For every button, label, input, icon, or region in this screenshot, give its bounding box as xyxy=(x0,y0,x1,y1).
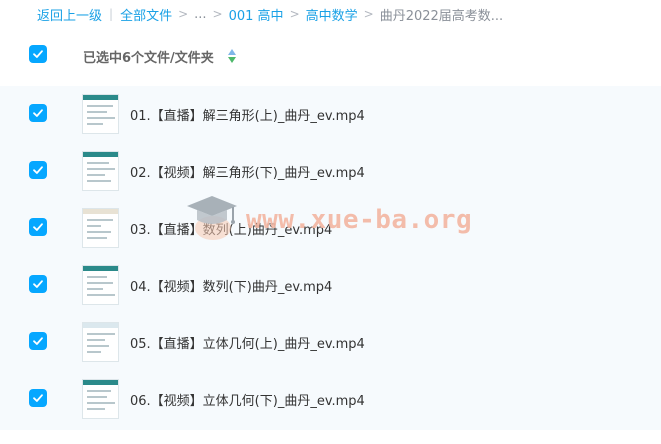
breadcrumb-folder-math[interactable]: 高中数学 xyxy=(306,5,358,24)
checkmark-icon xyxy=(33,394,43,402)
select-all-checkbox[interactable] xyxy=(29,45,47,63)
file-checkbox[interactable] xyxy=(29,275,47,293)
file-checkbox[interactable] xyxy=(29,332,47,350)
checkmark-icon xyxy=(33,109,43,117)
back-link[interactable]: 返回上一级 xyxy=(37,5,102,24)
breadcrumb-separator-icon: > xyxy=(289,7,300,21)
video-thumbnail xyxy=(82,322,119,362)
file-name[interactable]: 04.【视频】数列(下)曲丹_ev.mp4 xyxy=(130,276,332,295)
file-row[interactable]: 01.【直播】解三角形(上)_曲丹_ev.mp4 xyxy=(0,86,661,143)
breadcrumb-current: 曲丹2022届高考数... xyxy=(379,8,504,24)
video-thumbnail xyxy=(82,265,119,305)
file-row[interactable]: 06.【视频】立体几何(下)_曲丹_ev.mp4 xyxy=(0,371,661,428)
list-header: 已选中6个文件/文件夹 xyxy=(0,38,661,74)
breadcrumb-divider: | xyxy=(109,7,114,21)
breadcrumb-folder-001[interactable]: 001 高中 xyxy=(229,5,284,24)
file-row[interactable]: 04.【视频】数列(下)曲丹_ev.mp4 xyxy=(0,257,661,314)
file-checkbox[interactable] xyxy=(29,218,47,236)
breadcrumb: 返回上一级 | 全部文件 > ... > 001 高中 > 高中数学 > 曲丹2… xyxy=(37,5,504,24)
file-name[interactable]: 03.【直播】数列(上)曲丹_ev.mp4 xyxy=(130,219,332,238)
checkmark-icon xyxy=(33,280,43,288)
video-thumbnail xyxy=(82,151,119,191)
breadcrumb-separator-icon: > xyxy=(212,7,223,21)
file-name[interactable]: 06.【视频】立体几何(下)_曲丹_ev.mp4 xyxy=(130,390,365,409)
video-thumbnail xyxy=(82,208,119,248)
video-thumbnail xyxy=(82,94,119,134)
checkmark-icon xyxy=(33,223,43,231)
breadcrumb-separator-icon: > xyxy=(178,7,189,21)
checkmark-icon xyxy=(33,166,43,174)
breadcrumb-all-files[interactable]: 全部文件 xyxy=(120,5,172,24)
file-checkbox[interactable] xyxy=(29,389,47,407)
sort-icon[interactable] xyxy=(227,48,237,64)
file-name[interactable]: 05.【直播】立体几何(上)_曲丹_ev.mp4 xyxy=(130,333,365,352)
file-name[interactable]: 01.【直播】解三角形(上)_曲丹_ev.mp4 xyxy=(130,105,365,124)
file-checkbox[interactable] xyxy=(29,161,47,179)
breadcrumb-separator-icon: > xyxy=(363,7,374,21)
file-row[interactable]: 03.【直播】数列(上)曲丹_ev.mp4 xyxy=(0,200,661,257)
video-thumbnail xyxy=(82,379,119,419)
file-row[interactable]: 05.【直播】立体几何(上)_曲丹_ev.mp4 xyxy=(0,314,661,371)
file-row[interactable]: 02.【视频】解三角形(下)_曲丹_ev.mp4 xyxy=(0,143,661,200)
file-checkbox[interactable] xyxy=(29,104,47,122)
file-list: 01.【直播】解三角形(上)_曲丹_ev.mp4 02.【视频】解三角形(下)_… xyxy=(0,86,661,430)
breadcrumb-ellipsis[interactable]: ... xyxy=(194,7,206,22)
checkmark-icon xyxy=(33,50,43,58)
selection-count: 已选中6个文件/文件夹 xyxy=(83,51,214,66)
checkmark-icon xyxy=(33,337,43,345)
file-name[interactable]: 02.【视频】解三角形(下)_曲丹_ev.mp4 xyxy=(130,162,365,181)
